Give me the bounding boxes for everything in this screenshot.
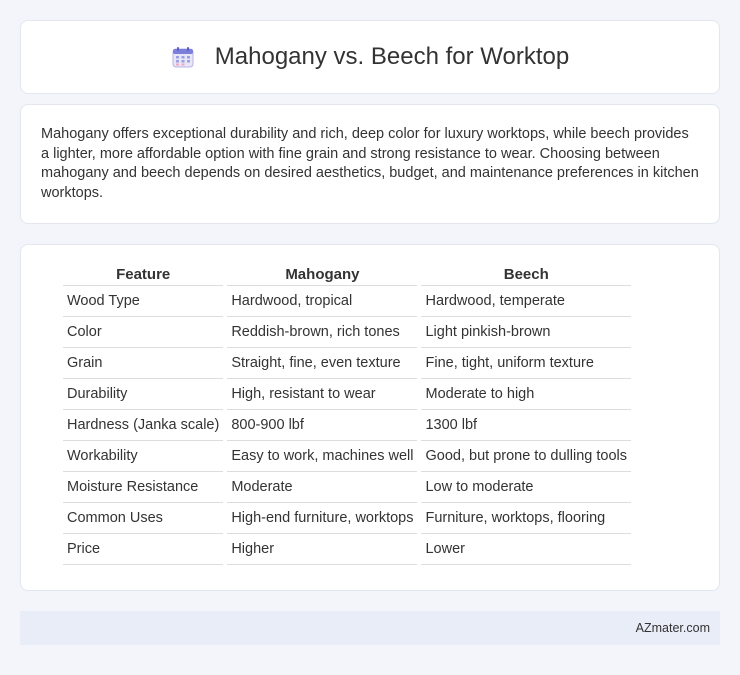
beech-cell: Low to moderate — [421, 472, 632, 503]
mahogany-cell: Hardwood, tropical — [227, 286, 418, 317]
feature-cell: Grain — [63, 348, 224, 379]
mahogany-cell: High, resistant to wear — [227, 379, 418, 410]
beech-cell: Hardwood, temperate — [421, 286, 632, 317]
description-text: Mahogany offers exceptional durability a… — [41, 126, 699, 201]
mahogany-cell: 800-900 lbf — [227, 410, 418, 441]
table-row: Common Uses High-end furniture, worktops… — [63, 503, 632, 534]
mahogany-cell: Moderate — [227, 472, 418, 503]
mahogany-cell: High-end furniture, worktops — [227, 503, 418, 534]
table-row: Moisture Resistance Moderate Low to mode… — [63, 472, 632, 503]
column-header-mahogany: Mahogany — [227, 262, 418, 286]
feature-cell: Workability — [63, 441, 224, 472]
feature-cell: Hardness (Janka scale) — [63, 410, 224, 441]
feature-cell: Price — [63, 534, 224, 565]
comparison-table: Feature Mahogany Beech Wood Type Hardwoo… — [59, 262, 635, 565]
mahogany-cell: Easy to work, machines well — [227, 441, 418, 472]
beech-cell: Moderate to high — [421, 379, 632, 410]
mahogany-cell: Straight, fine, even texture — [227, 348, 418, 379]
table-row: Durability High, resistant to wear Moder… — [63, 379, 632, 410]
beech-cell: Good, but prone to dulling tools — [421, 441, 632, 472]
table-row: Workability Easy to work, machines well … — [63, 441, 632, 472]
title-card: Mahogany vs. Beech for Worktop — [20, 20, 720, 94]
page-title: Mahogany vs. Beech for Worktop — [214, 43, 570, 70]
column-header-beech: Beech — [421, 262, 632, 286]
feature-cell: Wood Type — [63, 286, 224, 317]
beech-cell: Light pinkish-brown — [421, 317, 632, 348]
column-header-feature: Feature — [63, 262, 224, 286]
footer: AZmater.com — [20, 611, 720, 645]
table-row: Price Higher Lower — [63, 534, 632, 565]
beech-cell: Furniture, worktops, flooring — [421, 503, 632, 534]
feature-cell: Color — [63, 317, 224, 348]
feature-cell: Moisture Resistance — [63, 472, 224, 503]
footer-brand[interactable]: AZmater.com — [636, 621, 710, 635]
calendar-icon — [171, 45, 195, 69]
feature-cell: Common Uses — [63, 503, 224, 534]
comparison-table-card: Feature Mahogany Beech Wood Type Hardwoo… — [20, 244, 720, 591]
beech-cell: Fine, tight, uniform texture — [421, 348, 632, 379]
description-card: Mahogany offers exceptional durability a… — [20, 104, 720, 224]
table-header-row: Feature Mahogany Beech — [63, 262, 632, 286]
beech-cell: Lower — [421, 534, 632, 565]
table-row: Wood Type Hardwood, tropical Hardwood, t… — [63, 286, 632, 317]
table-row: Color Reddish-brown, rich tones Light pi… — [63, 317, 632, 348]
feature-cell: Durability — [63, 379, 224, 410]
beech-cell: 1300 lbf — [421, 410, 632, 441]
table-row: Grain Straight, fine, even texture Fine,… — [63, 348, 632, 379]
mahogany-cell: Reddish-brown, rich tones — [227, 317, 418, 348]
table-row: Hardness (Janka scale) 800-900 lbf 1300 … — [63, 410, 632, 441]
mahogany-cell: Higher — [227, 534, 418, 565]
